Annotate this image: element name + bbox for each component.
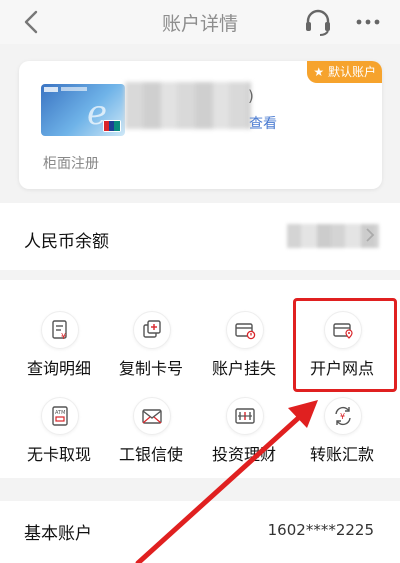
envelope-icon [142, 409, 162, 424]
headset-icon [306, 9, 330, 36]
service-transaction-detail[interactable]: ¥ 查询明细 [12, 299, 106, 389]
balance-label: 人民币余额 [24, 232, 109, 252]
transfer-icon: ¥ [335, 406, 351, 426]
customer-service-button[interactable] [302, 7, 334, 37]
chevron-right-icon [366, 228, 375, 242]
service-investment[interactable]: 投资理财 [197, 385, 291, 475]
more-button[interactable] [352, 8, 384, 36]
service-copy-card-number[interactable]: 复制卡号 [104, 299, 198, 389]
account-row[interactable]: 基本账户 1602****2225 [0, 501, 400, 563]
highlight-box [293, 298, 397, 392]
svg-text:¥: ¥ [61, 332, 66, 341]
view-card-link[interactable]: 查看 [249, 113, 277, 133]
bank-card-image: e [41, 84, 125, 136]
service-icbc-messenger[interactable]: 工银信使 [104, 385, 198, 475]
account-card[interactable]: ★ 默认账户 e ) 查看 柜面注册 [19, 61, 382, 189]
service-transfer[interactable]: ¥ 转账汇款 [295, 385, 389, 475]
registration-note: 柜面注册 [43, 156, 99, 172]
svg-text:ATM: ATM [55, 410, 65, 416]
service-label: 投资理财 [211, 445, 276, 464]
page-title: 账户详情 [161, 13, 238, 35]
report-loss-icon [235, 323, 256, 340]
more-horizontal-icon [356, 19, 380, 25]
masked-card-number [125, 82, 251, 129]
service-label: 工银信使 [118, 445, 183, 464]
investment-icon [235, 408, 255, 424]
atm-icon: ATM [52, 406, 68, 426]
service-cardless-withdrawal[interactable]: ATM 无卡取现 [12, 385, 106, 475]
transaction-detail-icon: ¥ [52, 320, 67, 341]
service-label: 转账汇款 [309, 445, 374, 464]
service-label: 查询明细 [26, 359, 91, 378]
account-type-label: 基本账户 [24, 524, 92, 544]
default-account-badge: ★ 默认账户 [307, 61, 382, 83]
service-label: 复制卡号 [118, 359, 183, 378]
service-report-loss[interactable]: 账户挂失 [197, 299, 291, 389]
top-bar: 账户详情 [0, 0, 400, 44]
card-number-paren: ) [248, 87, 254, 105]
service-label: 无卡取现 [26, 445, 91, 464]
svg-text:¥: ¥ [340, 412, 345, 421]
account-number: 1602****2225 [267, 521, 374, 539]
copy-card-number-icon [143, 320, 161, 338]
service-label: 账户挂失 [211, 359, 276, 378]
